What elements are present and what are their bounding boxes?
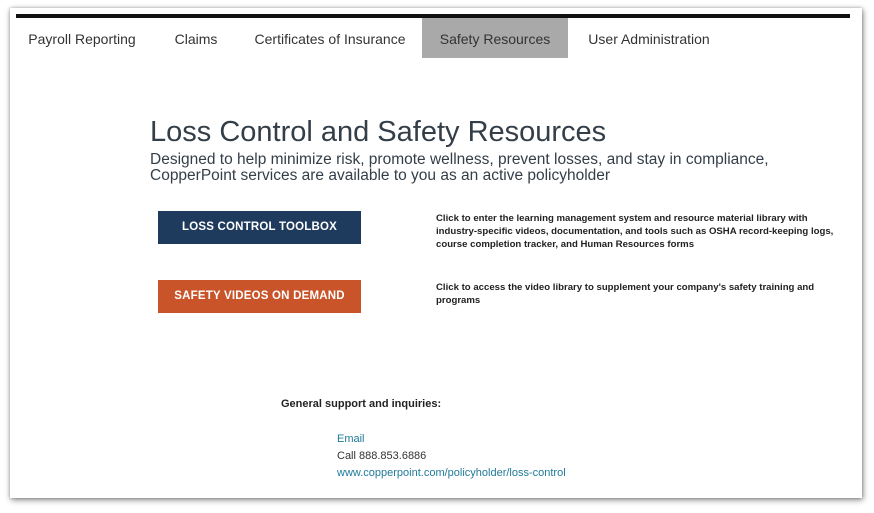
main-nav: Payroll Reporting Claims Certificates of… <box>16 18 850 58</box>
loss-control-toolbox-description: Click to enter the learning management s… <box>436 213 834 250</box>
loss-control-toolbox-button[interactable]: LOSS CONTROL TOOLBOX <box>158 211 361 244</box>
page-subtitle: Designed to help minimize risk, promote … <box>150 151 769 184</box>
safety-videos-button[interactable]: SAFETY VIDEOS ON DEMAND <box>158 280 361 313</box>
tab-payroll-reporting[interactable]: Payroll Reporting <box>16 18 148 58</box>
support-heading: General support and inquiries: <box>281 398 442 410</box>
website-link[interactable]: www.copperpoint.com/policyholder/loss-co… <box>337 467 566 479</box>
tab-user-administration[interactable]: User Administration <box>584 18 714 58</box>
tab-claims[interactable]: Claims <box>158 18 234 58</box>
phone-text: Call 888.853.6886 <box>337 450 427 462</box>
email-link[interactable]: Email <box>337 433 365 445</box>
safety-videos-description: Click to access the video library to sup… <box>436 282 815 306</box>
tab-safety-resources[interactable]: Safety Resources <box>422 18 568 58</box>
tab-certificates-of-insurance[interactable]: Certificates of Insurance <box>250 18 410 58</box>
page-frame <box>10 8 862 498</box>
page-title: Loss Control and Safety Resources <box>150 116 607 148</box>
